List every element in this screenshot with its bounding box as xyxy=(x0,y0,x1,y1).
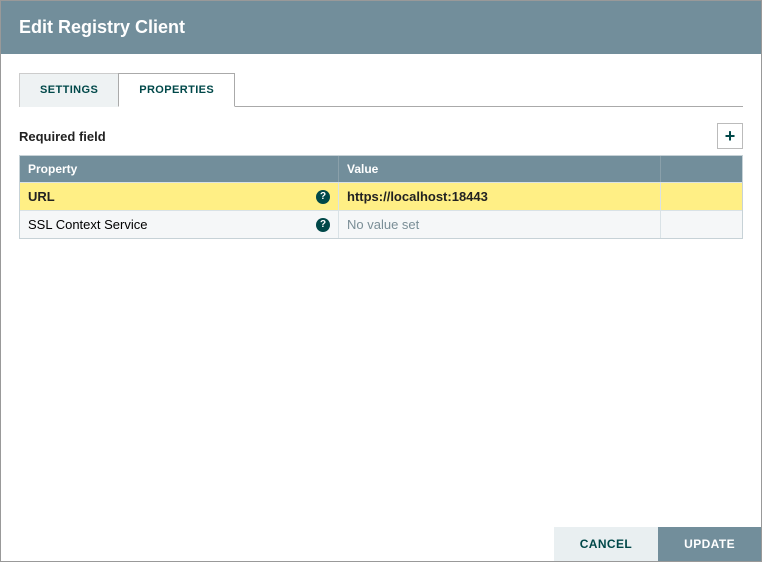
header-property: Property xyxy=(20,156,338,182)
property-cell: URL ? xyxy=(20,183,338,210)
property-value: No value set xyxy=(347,217,419,232)
properties-table: Property Value URL ? https://localhost:1… xyxy=(19,155,743,239)
value-cell[interactable]: https://localhost:18443 xyxy=(338,183,660,210)
dialog-body: SETTINGS PROPERTIES Required field + Pro… xyxy=(1,54,761,527)
update-button[interactable]: UPDATE xyxy=(658,527,761,561)
tab-bar: SETTINGS PROPERTIES xyxy=(19,72,743,107)
required-field-label: Required field xyxy=(19,129,106,144)
table-header: Property Value xyxy=(20,156,742,182)
actions-cell xyxy=(660,183,742,210)
property-value: https://localhost:18443 xyxy=(347,189,488,204)
tab-settings[interactable]: SETTINGS xyxy=(19,73,119,107)
property-name: SSL Context Service xyxy=(28,217,147,232)
property-cell: SSL Context Service ? xyxy=(20,211,338,238)
tab-properties[interactable]: PROPERTIES xyxy=(118,73,235,107)
help-icon[interactable]: ? xyxy=(316,218,330,232)
actions-cell xyxy=(660,211,742,238)
edit-registry-client-dialog: Edit Registry Client SETTINGS PROPERTIES… xyxy=(0,0,762,562)
header-actions xyxy=(660,156,742,182)
dialog-title: Edit Registry Client xyxy=(1,1,761,54)
table-row[interactable]: SSL Context Service ? No value set xyxy=(20,210,742,238)
table-row[interactable]: URL ? https://localhost:18443 xyxy=(20,182,742,210)
help-icon[interactable]: ? xyxy=(316,190,330,204)
property-name: URL xyxy=(28,189,55,204)
header-value: Value xyxy=(338,156,660,182)
required-field-row: Required field + xyxy=(19,123,743,149)
plus-icon: + xyxy=(725,126,736,147)
value-cell[interactable]: No value set xyxy=(338,211,660,238)
cancel-button[interactable]: CANCEL xyxy=(554,527,658,561)
dialog-footer: CANCEL UPDATE xyxy=(1,527,761,561)
add-property-button[interactable]: + xyxy=(717,123,743,149)
